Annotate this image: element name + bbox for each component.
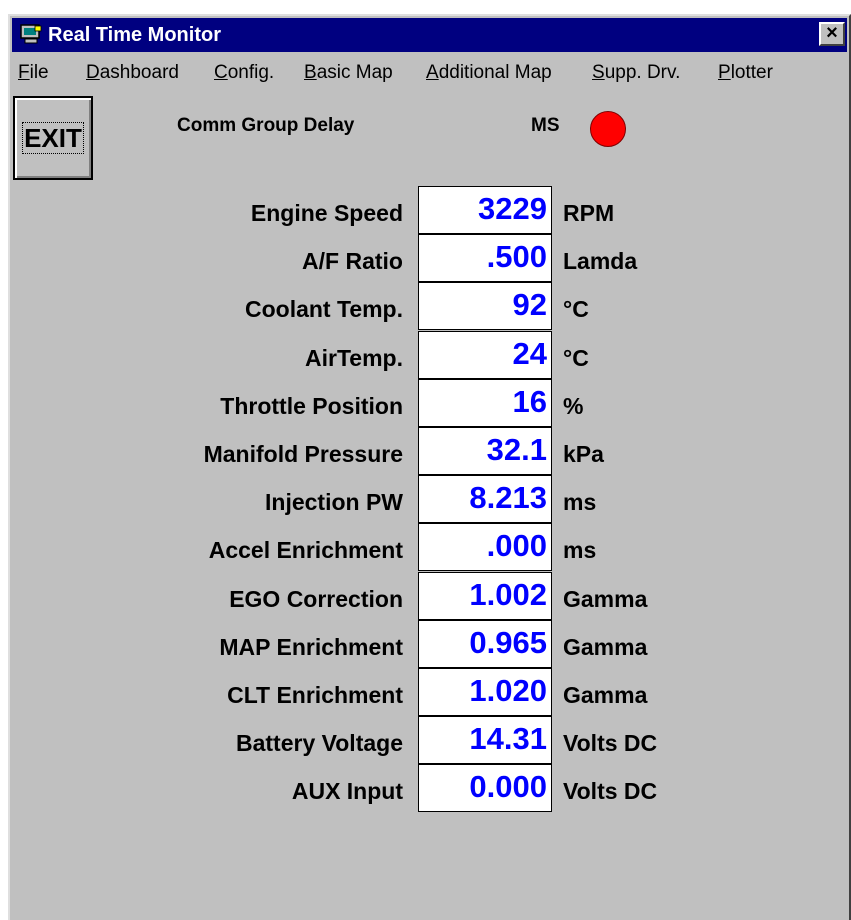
menu-dashboard[interactable]: Dashboard — [86, 62, 179, 84]
close-button[interactable]: × — [819, 22, 845, 46]
af-ratio-unit: Lamda — [563, 248, 638, 275]
ego-correction-label: EGO Correction — [229, 585, 403, 612]
ms-status-indicator — [590, 111, 626, 147]
ego-correction-value: 1.002 — [418, 571, 552, 620]
map-enrichment-unit: Gamma — [563, 633, 648, 660]
coolant-temp-unit: °C — [563, 296, 589, 323]
menu-plotter[interactable]: Plotter — [718, 62, 773, 84]
manifold-pressure-unit: kPa — [563, 441, 604, 467]
exit-button-label: EXIT — [22, 122, 84, 154]
aux-input-unit: Volts DC — [563, 778, 658, 805]
accel-enrichment-value: .000 — [418, 523, 552, 572]
battery-voltage-value: 14.31 — [418, 716, 552, 765]
air-temp-value: 24 — [418, 330, 552, 379]
coolant-temp-value: 92 — [418, 282, 552, 331]
engine-speed-label: Engine Speed — [250, 200, 403, 226]
throttle-position-label: Throttle Position — [220, 392, 403, 419]
throttle-position-unit: % — [563, 392, 584, 419]
menu-file[interactable]: File — [18, 62, 49, 84]
comm-group-delay-label: Comm Group Delay — [177, 115, 355, 136]
battery-voltage-unit: Volts DC — [563, 730, 658, 757]
clt-enrichment-unit: Gamma — [563, 682, 648, 708]
injection-pw-value: 8.213 — [418, 475, 552, 524]
monitor-app-icon — [20, 24, 42, 44]
engine-speed-value: 3229 — [418, 186, 552, 234]
real-time-monitor-window: Real Time Monitor × File Dashboard Confi… — [8, 14, 851, 920]
map-enrichment-label: MAP Enrichment — [219, 633, 403, 660]
menu-supp-drv[interactable]: Supp. Drv. — [592, 62, 680, 84]
title-bar[interactable]: Real Time Monitor × — [12, 18, 847, 52]
engine-speed-unit: RPM — [563, 200, 615, 226]
menu-additional-map[interactable]: Additional Map — [426, 62, 552, 84]
map-enrichment-value: 0.965 — [418, 619, 552, 668]
manifold-pressure-value: 32.1 — [418, 427, 552, 475]
injection-pw-unit: ms — [563, 489, 597, 516]
aux-input-value: 0.000 — [418, 764, 552, 813]
accel-enrichment-label: Accel Enrichment — [208, 537, 403, 564]
clt-enrichment-value: 1.020 — [418, 668, 552, 716]
ms-label: MS — [531, 115, 560, 136]
throttle-position-value: 16 — [418, 378, 552, 427]
ego-correction-unit: Gamma — [563, 585, 648, 612]
clt-enrichment-label: CLT Enrichment — [227, 682, 403, 708]
injection-pw-label: Injection PW — [265, 489, 403, 516]
af-ratio-value: .500 — [418, 234, 552, 283]
menu-config[interactable]: Config. — [214, 62, 274, 84]
window-title: Real Time Monitor — [48, 24, 221, 46]
af-ratio-label: A/F Ratio — [302, 248, 403, 275]
manifold-pressure-label: Manifold Pressure — [203, 441, 403, 467]
battery-voltage-label: Battery Voltage — [235, 730, 403, 757]
menu-basic-map[interactable]: Basic Map — [304, 62, 393, 84]
exit-button[interactable]: EXIT — [13, 96, 93, 180]
coolant-temp-label: Coolant Temp. — [244, 296, 403, 323]
accel-enrichment-unit: ms — [563, 537, 597, 564]
menu-bar: File Dashboard Config. Basic Map Additio… — [12, 58, 847, 88]
air-temp-unit: °C — [563, 344, 589, 371]
air-temp-label: AirTemp. — [305, 344, 403, 371]
aux-input-label: AUX Input — [291, 778, 403, 805]
